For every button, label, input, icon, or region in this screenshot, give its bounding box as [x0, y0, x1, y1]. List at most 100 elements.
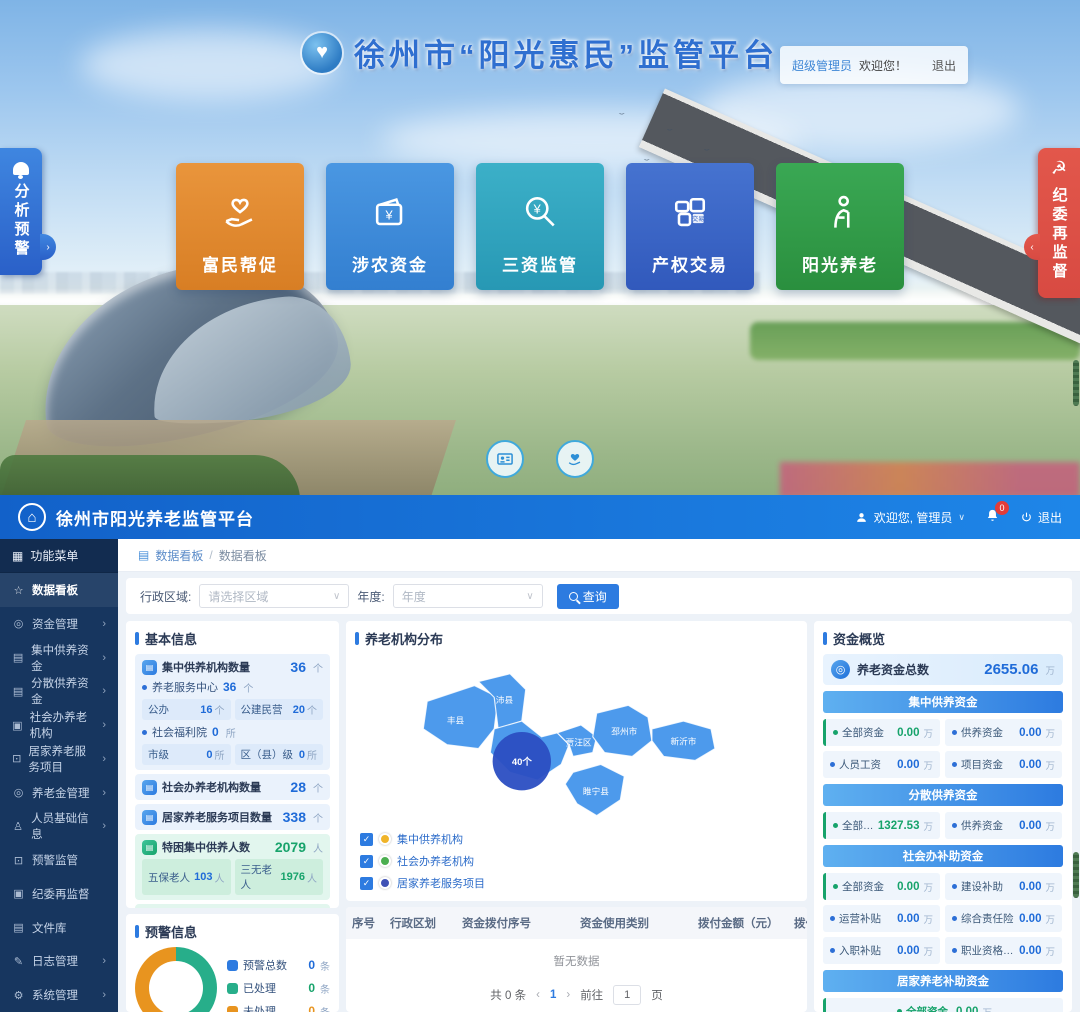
card-label: 富民帮促 [202, 251, 278, 276]
fund-cell: 项目资金0.00万 [945, 751, 1062, 778]
next-page-button[interactable]: › [566, 989, 570, 1001]
fund-cell: 职业资格补贴0.00万 [945, 937, 1062, 964]
section-header-private-subsidy: 社会办补助资金 [823, 845, 1063, 867]
bullet-icon [833, 730, 838, 735]
scrollbar-thumb[interactable] [1073, 360, 1079, 406]
care-service-button[interactable] [556, 440, 594, 478]
detail-value: 36 [223, 680, 236, 694]
portal-logout-button[interactable]: 退出 [932, 57, 956, 74]
title-accent-bar [135, 632, 139, 645]
bird-icon: ˇ [704, 148, 710, 160]
sidebar-item-home-care-projects[interactable]: ⊡ 居家养老服务项目 › [0, 742, 118, 776]
chevron-right-icon: › [102, 820, 106, 832]
folder-icon: ▤ [12, 921, 25, 934]
power-icon [1020, 511, 1033, 524]
id-card-button[interactable] [486, 440, 524, 478]
dashboard-header: ⌂ 徐州市阳光养老监管平台 欢迎您, 管理员 ∨ 0 [0, 495, 1080, 539]
chip-unit: 人 [215, 870, 225, 885]
monitor-icon: ⊡ [12, 854, 25, 867]
dashboard-logout-button[interactable]: 退出 [1020, 509, 1062, 526]
title-accent-bar [823, 632, 827, 645]
chip-value: 0 [299, 749, 305, 761]
region-select[interactable]: 请选择区域 ∨ [199, 584, 349, 608]
star-icon: ☆ [12, 584, 25, 597]
warning-info-title: 预警信息 [145, 922, 197, 941]
checkbox-checked-icon[interactable]: ✓ [360, 833, 373, 846]
card-label: 阳光养老 [802, 251, 878, 276]
chip-label: 三无老人 [241, 862, 281, 892]
chevron-right-icon: › [102, 719, 106, 731]
bullet-icon [952, 916, 957, 921]
main-content: ▤ 数据看板 / 数据看板 行政区域: 请选择区域 ∨ 年度: 年度 ∨ 查询 [118, 539, 1080, 1012]
map-label-jiawang: 贾汪区 [565, 737, 591, 747]
fund-cell: 运营补贴0.00万 [823, 905, 940, 932]
year-select-placeholder: 年度 [402, 588, 426, 605]
svg-text:¥: ¥ [385, 207, 394, 222]
card-fumin-bangcu[interactable]: 富民帮促 [176, 163, 304, 290]
sidebar-item-file-library[interactable]: ▤ 文件库 [0, 911, 118, 945]
map-legend-centralized[interactable]: ✓ 集中供养机构 [360, 831, 485, 847]
bullet-icon [830, 916, 835, 921]
card-value: 36 [290, 659, 306, 675]
sidebar-item-pension-management[interactable]: ◎ 养老金管理 › [0, 776, 118, 810]
sidebar-item-fund-management[interactable]: ◎ 资金管理 › [0, 607, 118, 641]
sidebar-item-system-management[interactable]: ⚙ 系统管理 › [0, 978, 118, 1012]
bullet-icon [952, 730, 957, 735]
prev-page-button[interactable]: ‹ [536, 989, 540, 1001]
portal-hero: ˇ ˇ ˇ ˇ ♥ 徐州市“阳光惠民”监管平台 超级管理员 欢迎您！ 退出 分析… [0, 0, 1080, 495]
xuzhou-district-map[interactable]: 丰县 沛县 贾汪区 邳州市 新沂市 睢宁县 40个 [357, 654, 797, 859]
chip-unit: 所 [215, 747, 225, 762]
scrollbar-thumb[interactable] [1073, 852, 1079, 898]
chip-label: 区（县）级 [241, 747, 294, 762]
bullet-icon [952, 762, 957, 767]
sidebar-item-private-institutions[interactable]: ▣ 社会办养老机构 › [0, 708, 118, 742]
map-legend-homecare[interactable]: ✓ 居家养老服务项目 [360, 875, 485, 891]
checkbox-checked-icon[interactable]: ✓ [360, 877, 373, 890]
chip-label: 市级 [148, 747, 169, 762]
sidebar-item-label: 人员基础信息 [31, 810, 95, 842]
sidebar-item-dashboard[interactable]: ☆ 数据看板 [0, 573, 118, 607]
card-yangguang-yanglao[interactable]: 阳光养老 [776, 163, 904, 290]
total-fund-label: 养老资金总数 [857, 661, 929, 678]
card-shenong-zijin[interactable]: ¥ 涉农资金 [326, 163, 454, 290]
map-label-suining: 睢宁县 [582, 785, 608, 796]
elder-person-icon [818, 191, 862, 235]
goto-page-input[interactable] [613, 985, 641, 1005]
card-sanzi-jianguan[interactable]: ¥ 三资监管 [476, 163, 604, 290]
bird-icon: ˇ [619, 112, 625, 124]
card-value: 338 [283, 809, 306, 825]
section-header-homecare-subsidy: 居家养老补助资金 [823, 970, 1063, 992]
breadcrumb-item[interactable]: 数据看板 [155, 547, 203, 564]
building-icon: ▤ [142, 780, 157, 795]
sidebar-item-warning-supervision[interactable]: ⊡ 预警监管 [0, 843, 118, 877]
chip-value: 16 [200, 704, 212, 716]
map-legend-private[interactable]: ✓ 社会办养老机构 [360, 853, 485, 869]
search-button[interactable]: 查询 [557, 584, 619, 609]
building-icon: ▣ [12, 719, 23, 732]
year-select[interactable]: 年度 ∨ [393, 584, 543, 608]
sidebar-item-decentralized-funds[interactable]: ▤ 分散供养资金 › [0, 675, 118, 709]
basic-info-title: 基本信息 [145, 629, 197, 648]
yellow-pin-icon [379, 833, 391, 845]
stat-chip: 公建民营 20 个 [235, 699, 324, 720]
region-select-placeholder: 请选择区域 [208, 588, 268, 605]
user-menu[interactable]: 欢迎您, 管理员 ∨ [855, 509, 965, 526]
map-label-pizhou: 邳州市 [611, 725, 637, 736]
breadcrumb: ▤ 数据看板 / 数据看板 [118, 539, 1080, 572]
title-accent-bar [135, 925, 139, 938]
detail-unit: 个 [243, 680, 253, 695]
card-title: 居家养老服务项目数量 [162, 809, 272, 825]
card-chanquan-jiaoyi[interactable]: 交易 产权交易 [626, 163, 754, 290]
current-page-button[interactable]: 1 [550, 989, 556, 1001]
checkbox-checked-icon[interactable]: ✓ [360, 855, 373, 868]
sidebar-item-log-management[interactable]: ✎ 日志管理 › [0, 945, 118, 979]
sidebar-item-centralized-funds[interactable]: ▤ 集中供养资金 › [0, 641, 118, 675]
card-unit: 个 [313, 660, 323, 675]
sidebar-item-discipline-supervision[interactable]: ▣ 纪委再监督 [0, 877, 118, 911]
sidebar-item-personnel-info[interactable]: ♙ 人员基础信息 › [0, 810, 118, 844]
people-icon: ▤ [142, 840, 157, 855]
notifications-button[interactable]: 0 [985, 508, 1000, 526]
breadcrumb-item-current: 数据看板 [219, 547, 267, 564]
col-header-payment-no: 资金拨付序号 [456, 907, 574, 939]
gear-icon: ⚙ [12, 989, 25, 1002]
